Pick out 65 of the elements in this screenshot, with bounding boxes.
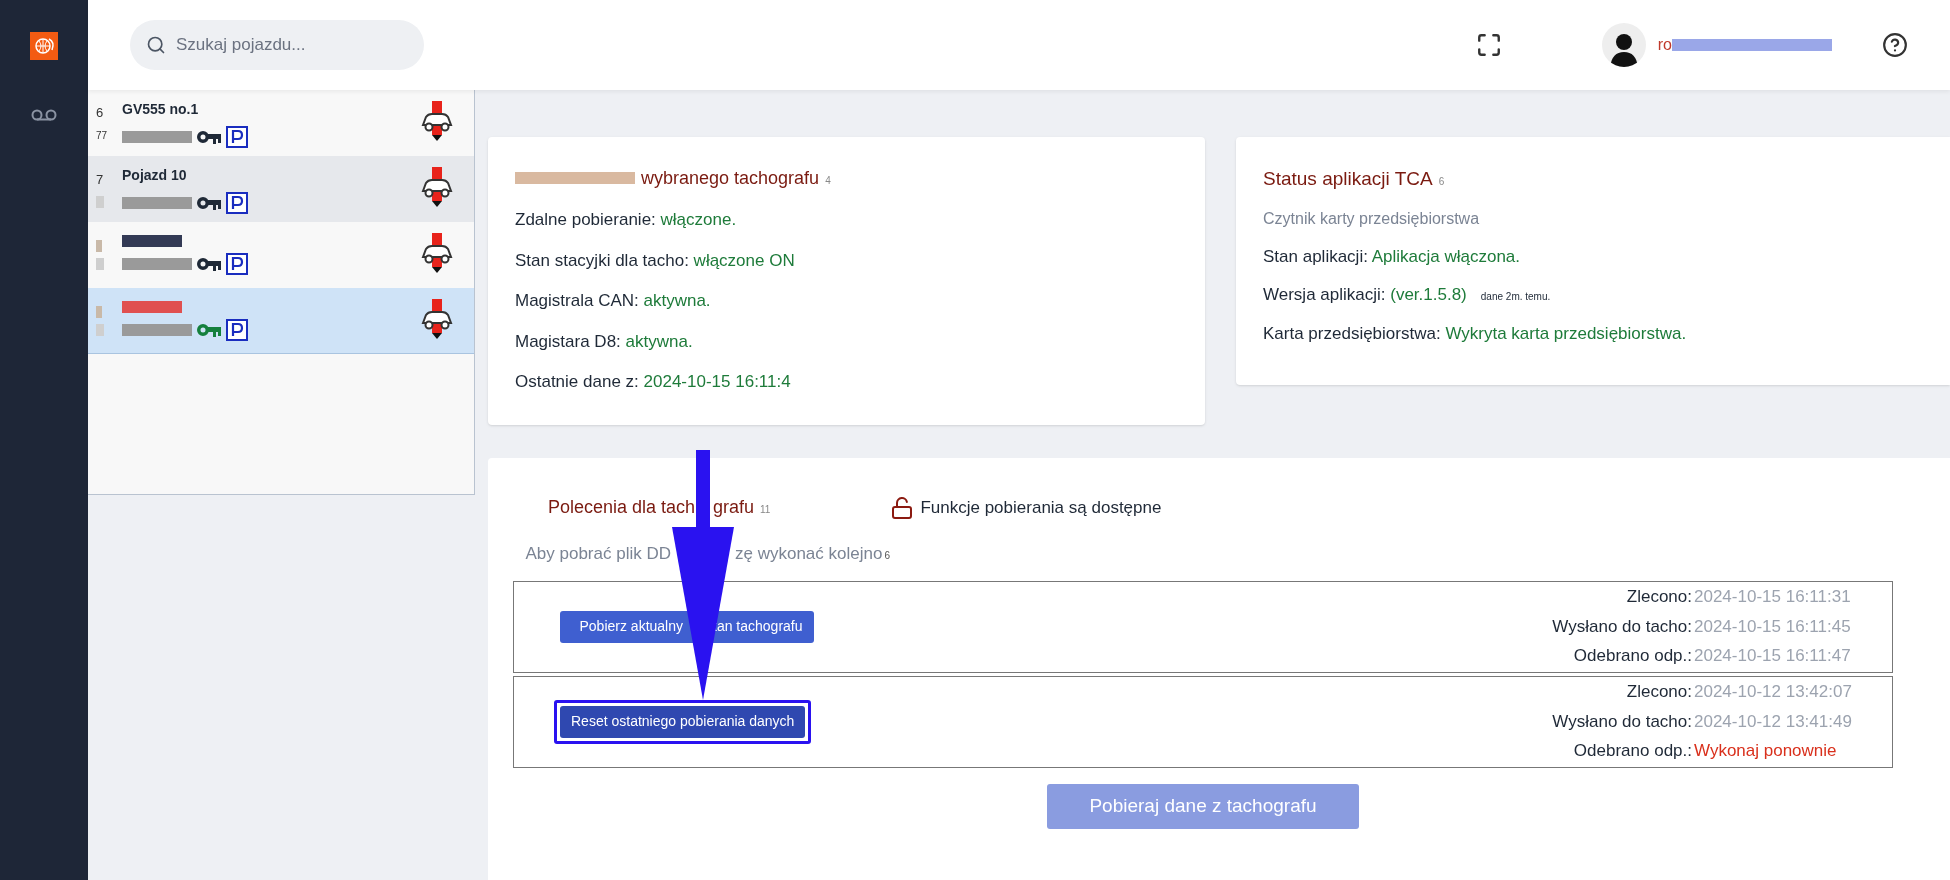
- pixelated-text: [96, 195, 104, 208]
- user-avatar[interactable]: [1601, 23, 1646, 67]
- time-label: Odebrano odp.:: [1572, 645, 1692, 668]
- time-label: Zlecono:: [1625, 681, 1692, 704]
- count-label: 4: [825, 174, 831, 188]
- card-title: grafu: [713, 496, 755, 519]
- instruction-text: zę wykonać kolejno: [735, 543, 883, 565]
- status-line: Wersja aplikacji: (ver.1.5.8): [1263, 284, 1467, 306]
- vehicle-row[interactable]: 6 77 GV555 no.1: [88, 90, 474, 156]
- pixelated-text: [122, 235, 182, 247]
- status-line: Zdalne pobieranie: włączone.: [515, 209, 738, 231]
- time-value: 2024-10-12 13:41:49: [1694, 710, 1852, 733]
- time-label: Wysłano do tacho:: [1551, 615, 1692, 638]
- time-value: 2024-10-15 16:11:47: [1694, 645, 1851, 668]
- command-button[interactable]: Reset ostatniego pobierania danych: [560, 705, 806, 738]
- pixelated-text: [122, 258, 192, 270]
- card-subtitle: Czytnik karty przedsiębiorstwa: [1263, 208, 1481, 229]
- fullscreen-icon[interactable]: [1475, 32, 1502, 58]
- card-title: Status aplikacji TCA: [1263, 167, 1433, 191]
- count-label: 6: [1438, 175, 1445, 189]
- row-number: 6: [96, 103, 105, 122]
- pixelated-text: [122, 323, 192, 336]
- parking-icon: [226, 125, 248, 148]
- vehicle-row[interactable]: 7 Pojazd 10: [88, 156, 474, 222]
- status-line: Ostatnie dane z: 2024-10-15 16:11:4: [515, 371, 792, 393]
- pixelated-text: [96, 305, 102, 318]
- time-value: 2024-10-15 16:11:31: [1694, 586, 1851, 609]
- pixelated-text: [96, 258, 104, 270]
- help-icon[interactable]: [1882, 32, 1908, 58]
- voicemail-icon[interactable]: [31, 108, 57, 122]
- count-label: 6: [884, 549, 890, 563]
- pixelated-text: [122, 130, 192, 143]
- pixelated-text: [122, 196, 192, 209]
- card-title: wybranego tachografu: [641, 167, 820, 190]
- instruction-text: Aby pobrać plik DD: [525, 543, 671, 565]
- parking-icon: [226, 253, 248, 275]
- row-number: 7: [96, 171, 105, 190]
- time-value: 2024-10-15 16:11:45: [1694, 615, 1851, 638]
- pixelated-text: [96, 240, 102, 252]
- globe-logo-icon[interactable]: [30, 32, 58, 60]
- time-value: Wykonaj ponownie: [1694, 740, 1837, 763]
- vehicle-name: GV555 no.1: [122, 99, 200, 119]
- parking-icon: [226, 318, 248, 341]
- vehicle-name: Pojazd 10: [122, 165, 188, 185]
- status-line: Stan aplikacji: Aplikacja włączona.: [1263, 245, 1521, 268]
- parking-icon: [226, 191, 248, 214]
- card-title: Polecenia dla tach: [547, 496, 695, 519]
- search-icon: [146, 35, 166, 55]
- search-field[interactable]: Szukaj pojazdu...: [130, 20, 424, 70]
- pixelated-text: [122, 300, 182, 313]
- status-line: Karta przedsiębiorstwa: Wykryta karta przedsiębiorstwa.: [1263, 322, 1687, 345]
- time-label: Odebrano odp.:: [1572, 740, 1692, 763]
- row-sub-number: 77: [96, 129, 109, 144]
- update-note: dane 2m. temu.: [1480, 290, 1551, 304]
- status-line: Magistrala CAN: aktywna.: [515, 290, 712, 312]
- status-line: Magistara D8: aktywna.: [515, 330, 694, 353]
- download-status: Funkcje pobierania są dostępne: [920, 497, 1162, 519]
- time-value: 2024-10-12 13:42:07: [1694, 681, 1852, 704]
- status-line: Stan stacyjki dla tacho: włączone ON: [515, 249, 796, 272]
- pixelated-text: [96, 323, 104, 336]
- unlock-icon: [890, 495, 915, 520]
- time-label: Wysłano do tacho:: [1551, 710, 1692, 733]
- count-label: 11: [760, 503, 771, 517]
- user-name[interactable]: ro: [1657, 33, 1672, 57]
- time-label: Zlecono:: [1625, 586, 1692, 609]
